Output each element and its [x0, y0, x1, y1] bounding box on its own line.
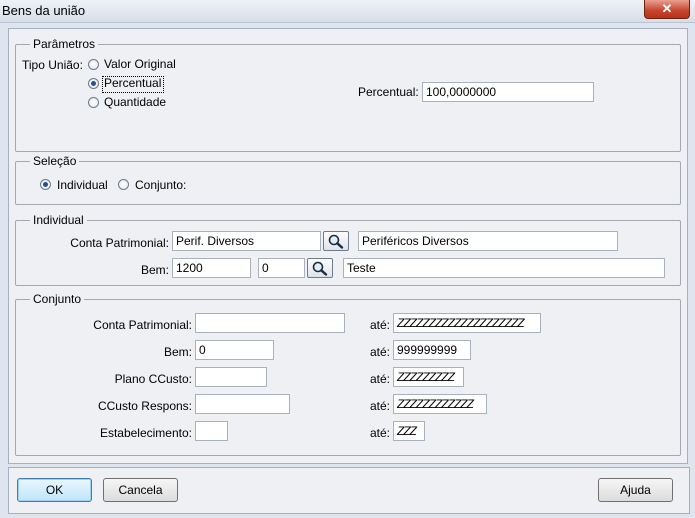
conjunto-plano-ccusto-from[interactable]: [195, 367, 267, 387]
conjunto-bem-to[interactable]: 999999999: [393, 340, 471, 360]
bem-field[interactable]: 1200: [172, 258, 251, 278]
conjunto-conta-ate-label: até:: [370, 318, 391, 332]
conjunto-ccusto-respons-ate-label: até:: [370, 399, 391, 413]
conjunto-estabelecimento-ate-label: até:: [370, 426, 391, 440]
individual-legend: Individual: [33, 213, 84, 227]
percentual-label: Percentual:: [358, 85, 419, 99]
tipo-uniao-label: Tipo União:: [22, 58, 83, 72]
dialog-client: Parâmetros Tipo União: Valor Original Pe…: [8, 28, 688, 464]
radio-percentual-label[interactable]: Percentual: [104, 76, 161, 90]
magnifier-icon: [312, 261, 328, 276]
bem-lookup-button[interactable]: [307, 258, 333, 278]
window-title: Bens da união: [2, 3, 86, 18]
help-button[interactable]: Ajuda: [598, 478, 673, 502]
radio-quantidade[interactable]: [88, 97, 99, 108]
close-icon: ✕: [661, 1, 673, 16]
conjunto-ccusto-respons-from[interactable]: [195, 394, 290, 414]
parametros-legend: Parâmetros: [33, 37, 96, 51]
percentual-field[interactable]: 100,0000000: [422, 82, 594, 102]
conta-patrimonial-field[interactable]: Perif. Diversos: [172, 231, 321, 251]
close-button[interactable]: ✕: [644, 0, 690, 19]
conjunto-conta-label: Conta Patrimonial:: [93, 318, 192, 332]
conjunto-legend: Conjunto: [33, 292, 82, 306]
selecao-group: Seleção: [15, 154, 681, 205]
conjunto-conta-to[interactable]: ZZZZZZZZZZZZZZZZZZZZ: [393, 313, 541, 333]
conjunto-bem-ate-label: até:: [370, 345, 391, 359]
radio-conjunto[interactable]: [118, 179, 129, 190]
conjunto-estabelecimento-label: Estabelecimento:: [99, 426, 192, 440]
conjunto-ccusto-respons-to[interactable]: ZZZZZZZZZZZZ: [393, 394, 487, 414]
radio-valor-original[interactable]: [88, 59, 99, 70]
conjunto-plano-ccusto-to[interactable]: ZZZZZZZZZ: [393, 367, 464, 387]
conjunto-estabelecimento-to[interactable]: ZZZ: [393, 421, 425, 441]
conjunto-estabelecimento-from[interactable]: [195, 421, 228, 441]
bem-descricao-field[interactable]: Teste: [343, 258, 665, 278]
conjunto-bem-from[interactable]: 0: [195, 340, 274, 360]
radio-individual[interactable]: [40, 179, 51, 190]
radio-individual-label[interactable]: Individual: [57, 178, 108, 192]
radio-valor-original-label[interactable]: Valor Original: [104, 57, 176, 71]
cancel-button[interactable]: Cancela: [103, 478, 178, 502]
magnifier-icon: [328, 234, 344, 249]
conjunto-conta-from[interactable]: [195, 313, 345, 333]
title-bar[interactable]: Bens da união ✕: [0, 0, 695, 23]
conta-lookup-button[interactable]: [323, 231, 349, 251]
selecao-legend: Seleção: [33, 154, 77, 168]
conjunto-plano-ccusto-label: Plano CCusto:: [114, 372, 192, 386]
radio-conjunto-label[interactable]: Conjunto:: [135, 178, 186, 192]
ok-button[interactable]: OK: [17, 478, 92, 502]
radio-percentual[interactable]: [88, 78, 99, 89]
radio-quantidade-label[interactable]: Quantidade: [104, 95, 166, 109]
conjunto-plano-ccusto-ate-label: até:: [370, 372, 391, 386]
conta-patrimonial-label: Conta Patrimonial:: [70, 236, 169, 250]
conjunto-ccusto-respons-label: CCusto Respons:: [97, 399, 192, 413]
bem-label: Bem:: [140, 263, 169, 277]
bem-seq-field[interactable]: 0: [258, 258, 305, 278]
conjunto-bem-label: Bem:: [163, 345, 192, 359]
conta-descricao-field[interactable]: Periféricos Diversos: [358, 231, 618, 251]
